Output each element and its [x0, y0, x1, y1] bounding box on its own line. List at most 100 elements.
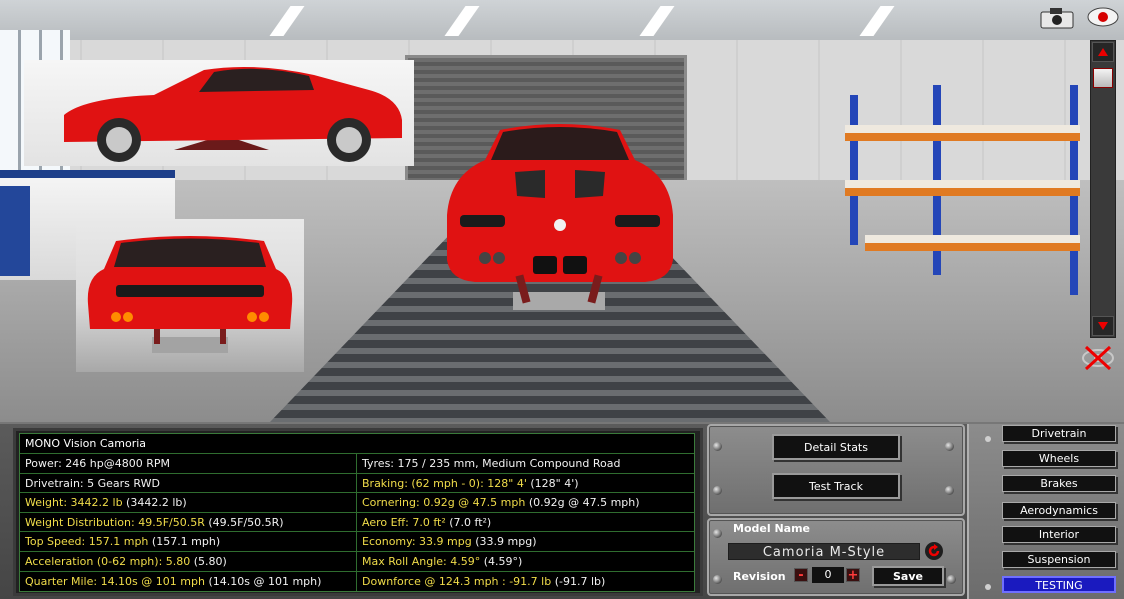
stats-row: Weight: 3442.2 lb (3442.2 lb) Cornering: … — [20, 493, 694, 513]
stats-row: Drivetrain: 5 Gears RWD Braking: (62 mph … — [20, 473, 694, 494]
stat-value: Quarter Mile: 14.10s @ 101 mph — [25, 574, 205, 588]
eye-icon — [1087, 7, 1119, 27]
rename-button[interactable] — [925, 542, 943, 560]
stat-value: Acceleration (0-62 mph): 5.80 — [25, 554, 191, 568]
stats-rows: Power: 246 hp@4800 RPM Tyres: 175 / 235 m… — [20, 454, 694, 592]
stat-base-value: (4.59°) — [480, 554, 523, 568]
tab-wheels[interactable]: Wheels — [1002, 450, 1116, 467]
stat-cell-right: Max Roll Angle: 4.59° (4.59°) — [357, 552, 694, 571]
storage-shelf — [845, 85, 1090, 295]
test-track-button[interactable]: Test Track — [772, 473, 900, 499]
rear-view-preview[interactable] — [76, 219, 304, 372]
stat-base-value: (7.0 ft²) — [445, 515, 492, 529]
garage-viewport[interactable] — [0, 0, 1124, 422]
rivet — [945, 486, 954, 495]
car-side-shape — [64, 66, 402, 162]
stat-value: Drivetrain: 5 Gears RWD — [25, 476, 160, 490]
stat-base-value: (5.80) — [190, 554, 227, 568]
side-view-preview[interactable] — [24, 60, 414, 166]
stat-base-value: (-91.7 lb) — [551, 574, 606, 588]
tab-testing[interactable]: TESTING — [1002, 576, 1116, 593]
chevron-up-icon — [1098, 48, 1108, 56]
revision-value: 0 — [812, 567, 844, 583]
stats-row: Quarter Mile: 14.10s @ 101 mph (14.10s @… — [20, 571, 694, 592]
reset-view-icon — [1082, 345, 1114, 371]
revision-label: Revision — [733, 570, 786, 583]
stat-value: Aero Eff: 7.0 ft² — [362, 515, 446, 529]
rivet — [713, 575, 722, 584]
stat-cell-left: Quarter Mile: 14.10s @ 101 mph (14.10s @… — [20, 571, 357, 592]
stats-row: Power: 246 hp@4800 RPM Tyres: 175 / 235 m… — [20, 454, 694, 474]
camera-button[interactable] — [1038, 6, 1076, 30]
stat-value: Cornering: 0.92g @ 47.5 mph — [362, 496, 526, 510]
stats-row: Acceleration (0-62 mph): 5.80 (5.80) Max … — [20, 551, 694, 572]
save-button[interactable]: Save — [872, 566, 944, 586]
ceiling-light — [444, 6, 480, 36]
stats-row: Top Speed: 157.1 mph (157.1 mph) Economy:… — [20, 532, 694, 552]
stat-value: Weight: 3442.2 lb — [25, 496, 123, 510]
tab-drivetrain[interactable]: Drivetrain — [1002, 425, 1116, 442]
stat-cell-left: Top Speed: 157.1 mph (157.1 mph) — [20, 532, 357, 551]
stat-cell-right: Braking: (62 mph - 0): 128" 4' (128" 4') — [357, 474, 694, 493]
camera-icon — [1040, 8, 1074, 29]
stat-base-value: (49.5F/50.5R) — [204, 515, 284, 529]
stat-cell-left: Power: 246 hp@4800 RPM — [20, 454, 357, 473]
stat-cell-right: Economy: 33.9 mpg (33.9 mpg) — [357, 532, 694, 551]
stat-cell-right: Downforce @ 124.3 mph : -91.7 lb (-91.7 … — [357, 572, 694, 592]
stat-value: Economy: 33.9 mpg — [362, 535, 472, 549]
model-name-label: Model Name — [733, 522, 810, 535]
ceiling-light — [859, 6, 895, 36]
chevron-down-icon — [1098, 322, 1108, 330]
tab-brakes[interactable]: Brakes — [1002, 475, 1116, 492]
tab-suspension[interactable]: Suspension — [1002, 551, 1116, 568]
stat-base-value: (3442.2 lb) — [122, 496, 187, 510]
stat-cell-left: Weight Distribution: 49.5F/50.5R (49.5F/… — [20, 512, 357, 532]
stat-value: Tyres: 175 / 235 mm, Medium Compound Roa… — [362, 457, 621, 470]
ceiling-light — [269, 6, 305, 36]
car-rear-shape — [87, 236, 293, 353]
zoom-scroll-thumb[interactable] — [1093, 68, 1113, 88]
refresh-icon — [928, 544, 940, 557]
stat-value: Top Speed: 157.1 mph — [25, 535, 149, 549]
revision-increment-button[interactable]: + — [846, 568, 860, 582]
stat-base-value: (0.92g @ 47.5 mph) — [525, 496, 640, 510]
garage-ceiling — [0, 0, 1124, 40]
stats-row: Weight Distribution: 49.5F/50.5R (49.5F/… — [20, 512, 694, 533]
car-model-title: MONO Vision Camoria — [20, 434, 694, 454]
stat-cell-left: Drivetrain: 5 Gears RWD — [20, 473, 357, 493]
stat-value: Braking: (62 mph - 0): 128" 4' — [362, 476, 527, 490]
zoom-out-button[interactable] — [1092, 316, 1114, 336]
rivet — [985, 584, 991, 590]
stat-cell-left: Acceleration (0-62 mph): 5.80 (5.80) — [20, 551, 357, 571]
stat-cell-right: Aero Eff: 7.0 ft² (7.0 ft²) — [357, 513, 694, 532]
rivet — [947, 575, 956, 584]
eye-button[interactable] — [1086, 6, 1120, 28]
stat-value: Downforce @ 124.3 mph : -91.7 lb — [362, 574, 552, 588]
stat-base-value: (14.10s @ 101 mph) — [204, 574, 322, 588]
rivet — [713, 529, 722, 538]
rivet — [713, 486, 722, 495]
stat-base-value: (128" 4') — [526, 476, 579, 490]
tab-interior[interactable]: Interior — [1002, 526, 1116, 543]
model-name-field[interactable]: Camoria M-Style — [728, 543, 920, 560]
zoom-in-button[interactable] — [1092, 42, 1114, 62]
stat-base-value: (157.1 mph) — [148, 535, 221, 549]
car-front-shape — [447, 124, 673, 282]
detail-stats-button[interactable]: Detail Stats — [772, 434, 900, 460]
stat-value: Power: 246 hp@4800 RPM — [25, 457, 170, 470]
stat-base-value: (33.9 mpg) — [471, 535, 537, 549]
stat-cell-left: Weight: 3442.2 lb (3442.2 lb) — [20, 493, 357, 512]
stat-value: Max Roll Angle: 4.59° — [362, 554, 481, 568]
car-stats-table: MONO Vision Camoria Power: 246 hp@4800 R… — [19, 433, 695, 592]
rivet — [985, 436, 991, 442]
tab-aerodynamics[interactable]: Aerodynamics — [1002, 502, 1116, 519]
revision-decrement-button[interactable]: - — [794, 568, 808, 582]
car-front-model[interactable] — [445, 120, 675, 315]
stat-cell-right: Tyres: 175 / 235 mm, Medium Compound Roa… — [357, 454, 694, 473]
rivet — [945, 442, 954, 451]
ceiling-light — [639, 6, 675, 36]
rivet — [713, 442, 722, 451]
stat-value: Weight Distribution: 49.5F/50.5R — [25, 515, 205, 529]
stat-cell-right: Cornering: 0.92g @ 47.5 mph (0.92g @ 47.… — [357, 493, 694, 512]
reset-view-button[interactable] — [1080, 343, 1116, 373]
